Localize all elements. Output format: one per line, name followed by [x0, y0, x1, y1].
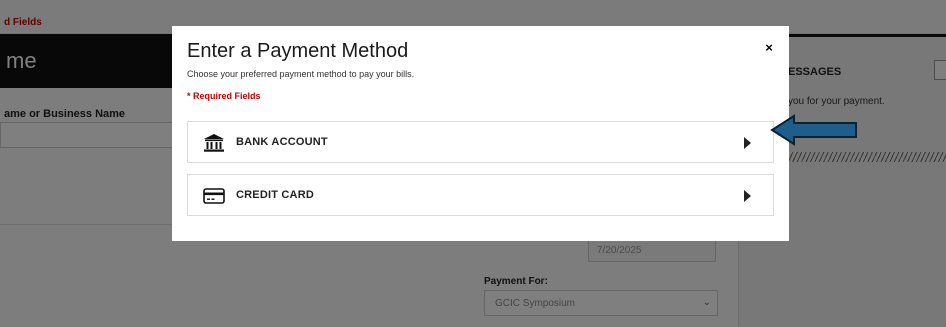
payment-method-modal: Enter a Payment Method Choose your prefe… [172, 26, 789, 241]
modal-title: Enter a Payment Method [187, 40, 409, 62]
bank-account-label: BANK ACCOUNT [236, 136, 328, 148]
chevron-right-icon [744, 190, 751, 202]
close-button[interactable]: × [762, 41, 776, 55]
credit-card-icon [203, 188, 225, 204]
bank-account-option[interactable]: BANK ACCOUNT [187, 121, 774, 163]
credit-card-label: CREDIT CARD [236, 189, 314, 201]
page: d Fields me ame or Business Name ESSAGES… [0, 0, 946, 327]
credit-card-option[interactable]: CREDIT CARD [187, 174, 774, 216]
chevron-right-icon [744, 137, 751, 149]
annotation-arrow-icon [770, 114, 857, 146]
bank-icon [204, 134, 224, 152]
modal-subtitle: Choose your preferred payment method to … [187, 69, 415, 79]
required-fields-note: * Required Fields [187, 91, 261, 101]
